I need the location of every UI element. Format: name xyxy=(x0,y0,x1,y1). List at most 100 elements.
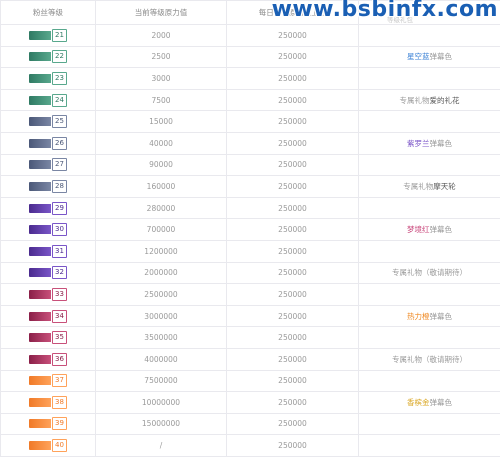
level-number: 40 xyxy=(52,439,67,452)
current-value-cell: 1200000 xyxy=(96,240,227,262)
daily-limit-cell: 250000 xyxy=(227,197,359,219)
table-row: 353500000250000 xyxy=(1,327,500,349)
reward-highlight: 热力橙 xyxy=(407,312,430,321)
table-body: 212000250000222500250000星空蓝弹幕色2330002500… xyxy=(1,25,500,457)
fan-level-badge: 35 xyxy=(29,331,67,344)
level-number: 36 xyxy=(52,353,67,366)
table-row: 322000000250000专属礼物（敬请期待） xyxy=(1,262,500,284)
daily-limit-cell: 250000 xyxy=(227,305,359,327)
level-number: 33 xyxy=(52,288,67,301)
reward-prefix: 专属礼物（敬请期待） xyxy=(392,355,467,364)
reward-prefix: 专属礼物 xyxy=(403,182,433,191)
reward-highlight: 星空蓝 xyxy=(407,52,430,61)
level-number: 21 xyxy=(52,29,67,42)
level-color-bar xyxy=(29,376,51,385)
current-value-cell: 15000000 xyxy=(96,413,227,435)
level-cell: 29 xyxy=(1,197,96,219)
daily-limit-cell: 250000 xyxy=(227,25,359,47)
reward-cell xyxy=(359,284,500,306)
fan-level-badge: 31 xyxy=(29,245,67,258)
current-value-cell: 10000000 xyxy=(96,392,227,414)
level-cell: 39 xyxy=(1,413,96,435)
level-number: 29 xyxy=(52,202,67,215)
fan-level-badge: 26 xyxy=(29,137,67,150)
level-color-bar xyxy=(29,355,51,364)
daily-limit-cell: 250000 xyxy=(227,46,359,68)
level-number: 26 xyxy=(52,137,67,150)
daily-limit-cell: 250000 xyxy=(227,176,359,198)
level-number: 34 xyxy=(52,310,67,323)
daily-limit-cell: 250000 xyxy=(227,370,359,392)
level-number: 35 xyxy=(52,331,67,344)
fan-level-badge: 25 xyxy=(29,115,67,128)
reward-cell: 梦境红弹幕色 xyxy=(359,219,500,241)
reward-cell xyxy=(359,68,500,90)
header-current: 当前等级原力值 xyxy=(96,1,227,25)
level-color-bar xyxy=(29,139,51,148)
current-value-cell: 3000000 xyxy=(96,305,227,327)
fan-level-badge: 21 xyxy=(29,29,67,42)
table-row: 3810000000250000香槟金弹幕色 xyxy=(1,392,500,414)
table-row: 2790000250000 xyxy=(1,154,500,176)
daily-limit-cell: 250000 xyxy=(227,284,359,306)
current-value-cell: 7500000 xyxy=(96,370,227,392)
level-color-bar xyxy=(29,333,51,342)
current-value-cell: 700000 xyxy=(96,219,227,241)
table-row: 364000000250000专属礼物（敬请期待） xyxy=(1,348,500,370)
reward-suffix: 弹幕色 xyxy=(430,52,453,61)
current-value-cell: 2000000 xyxy=(96,262,227,284)
level-color-bar xyxy=(29,247,51,256)
fan-level-badge: 24 xyxy=(29,94,67,107)
level-color-bar xyxy=(29,268,51,277)
current-value-cell: 3500000 xyxy=(96,327,227,349)
level-number: 38 xyxy=(52,396,67,409)
reward-prefix: 专属礼物 xyxy=(400,96,430,105)
level-color-bar xyxy=(29,117,51,126)
level-cell: 28 xyxy=(1,176,96,198)
fan-level-badge: 23 xyxy=(29,72,67,85)
current-value-cell: 2000 xyxy=(96,25,227,47)
level-cell: 25 xyxy=(1,111,96,133)
reward-cell: 专属礼物爱的礼花 xyxy=(359,89,500,111)
level-color-bar xyxy=(29,419,51,428)
daily-limit-cell: 250000 xyxy=(227,413,359,435)
current-value-cell: 2500000 xyxy=(96,284,227,306)
reward-cell: 专属礼物摩天轮 xyxy=(359,176,500,198)
level-cell: 21 xyxy=(1,25,96,47)
reward-highlight: 梦境红 xyxy=(407,225,430,234)
level-cell: 27 xyxy=(1,154,96,176)
reward-suffix: 弹幕色 xyxy=(430,398,453,407)
fan-level-badge: 33 xyxy=(29,288,67,301)
level-color-bar xyxy=(29,290,51,299)
level-color-bar xyxy=(29,74,51,83)
level-number: 32 xyxy=(52,266,67,279)
level-color-bar xyxy=(29,204,51,213)
table-row: 34 3000000250000热力橙弹幕色 xyxy=(1,305,500,327)
level-number: 28 xyxy=(52,180,67,193)
reward-cell xyxy=(359,154,500,176)
level-color-bar xyxy=(29,160,51,169)
reward-cell: 热力橙弹幕色 xyxy=(359,305,500,327)
level-number: 31 xyxy=(52,245,67,258)
fan-level-badge: 36 xyxy=(29,353,67,366)
daily-limit-cell: 250000 xyxy=(227,68,359,90)
level-number: 22 xyxy=(52,50,67,63)
level-number: 37 xyxy=(52,374,67,387)
level-cell: 36 xyxy=(1,348,96,370)
fan-level-badge: 38 xyxy=(29,396,67,409)
table-row: 30700000250000梦境红弹幕色 xyxy=(1,219,500,241)
daily-limit-cell: 250000 xyxy=(227,435,359,457)
reward-suffix: 弹幕色 xyxy=(430,139,453,148)
table-row: 222500250000星空蓝弹幕色 xyxy=(1,46,500,68)
table-row: 37 7500000250000 xyxy=(1,370,500,392)
watermark: www.bsbinfx.com xyxy=(272,0,498,22)
reward-highlight: 摩天轮 xyxy=(433,182,456,191)
reward-cell xyxy=(359,240,500,262)
table-row: 33 2500000250000 xyxy=(1,284,500,306)
table-row: 2640000250000紫罗兰弹幕色 xyxy=(1,132,500,154)
table-row: 2515000250000 xyxy=(1,111,500,133)
current-value-cell: 4000000 xyxy=(96,348,227,370)
reward-cell: 专属礼物（敬请期待） xyxy=(359,348,500,370)
daily-limit-cell: 250000 xyxy=(227,219,359,241)
reward-cell xyxy=(359,25,500,47)
